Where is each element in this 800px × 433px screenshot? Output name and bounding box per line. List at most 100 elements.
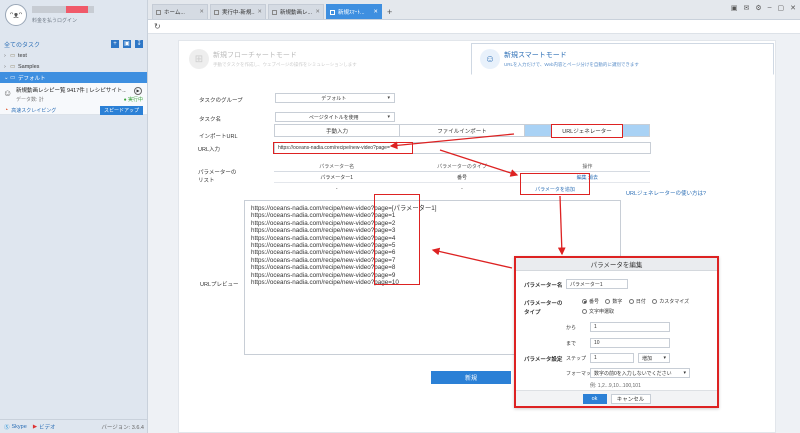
tab-bar: ホーム... ✕ 実行中-新規... ✕ 新規動画レ... ✕ 新規ｽﾏｰﾄ... ✕ … xyxy=(148,0,800,20)
url-generator-help-link[interactable]: URLジェネレーターの使い方は? xyxy=(626,189,706,197)
cancel-button[interactable]: キャンセル xyxy=(610,393,651,404)
close-icon[interactable]: ✕ xyxy=(199,9,204,15)
mail-icon[interactable]: ✉ xyxy=(743,4,749,12)
col-header: パラメーターのタイプ xyxy=(437,163,487,170)
radio-number[interactable]: 番号 xyxy=(582,298,599,305)
sidebar-header: ᵔᴥᵔ 料金を払うログイン xyxy=(0,0,147,38)
reload-icon[interactable]: ↻ xyxy=(154,22,161,31)
dropdown-arrow-icon: ▾ xyxy=(387,95,390,101)
param-type-radios: 番号 数字 日付 カスタマイズ xyxy=(582,298,694,306)
maximize-icon[interactable]: ▢ xyxy=(778,4,785,12)
tree-folder-test[interactable]: › ▭ test xyxy=(0,50,147,61)
tab-recipe[interactable]: 新規動画レ... ✕ xyxy=(268,4,324,19)
dialog-title: パラメータを編集 xyxy=(516,258,717,271)
dropdown-arrow-icon: ▾ xyxy=(387,114,390,120)
new-tab-icon[interactable]: + xyxy=(387,7,392,17)
format-value: 数字の前0を入力しないでください xyxy=(594,370,672,377)
task-data-count: データ数: 計 xyxy=(16,97,44,103)
task-actions: ◔ 高速スクレイピング スピードアップ xyxy=(4,106,143,115)
group-value: デフォルト xyxy=(321,95,347,102)
radio-label: 文字申選取 xyxy=(589,309,615,315)
mode-title: 新規スマートモード xyxy=(504,52,567,59)
play-icon[interactable]: ▶ xyxy=(134,87,142,95)
format-example: 例: 1,2...9,10...100,101 xyxy=(590,383,641,389)
radio-custom[interactable]: カスタマイズ xyxy=(652,298,689,305)
col-header: パラメーター名 xyxy=(319,163,355,170)
radio-string-option[interactable]: 文字申選取 xyxy=(582,308,614,315)
minimize-icon[interactable]: – xyxy=(768,4,772,12)
task-title: 新規動画レシピー覧 9417件 | レシピサイト... xyxy=(16,88,126,94)
task-status: ● 実行中 xyxy=(123,97,143,103)
task-name-select[interactable]: ページタイトルを使用 ▾ xyxy=(275,112,395,122)
tab-running[interactable]: 実行中-新規... ✕ xyxy=(210,4,266,19)
mode-smart[interactable]: ☺ 新規スマートモード URLを入力だけで、Web内容とページ分けを自動的に識別… xyxy=(471,43,774,75)
param-type-cell: 番号 xyxy=(456,174,467,181)
all-tasks-title[interactable]: 全てのタスク xyxy=(4,40,40,49)
close-window-icon[interactable]: ✕ xyxy=(790,4,796,12)
user-name-redacted xyxy=(32,6,94,13)
tab-page-icon xyxy=(214,9,219,15)
group-select[interactable]: デフォルト ▾ xyxy=(275,93,395,103)
sidebar-footer: Ⓢ Skype ▶ ビデオ バージョン: 3.6.4 xyxy=(0,419,148,433)
tab-manual-input[interactable]: 手動入力 xyxy=(274,124,400,137)
box-icon[interactable]: ▣ xyxy=(731,4,738,12)
tree-folder-samples[interactable]: › ▭ Samples xyxy=(0,61,147,72)
param-name-input[interactable]: パラメーター1 xyxy=(566,279,628,289)
step-mode-value: 増加 xyxy=(642,355,653,362)
close-icon[interactable]: ✕ xyxy=(315,9,320,15)
create-button[interactable]: 新規 xyxy=(431,371,511,384)
dropdown-arrow-icon: ▾ xyxy=(683,370,686,376)
skype-link[interactable]: Skype xyxy=(12,424,27,430)
import-url-label: インポートURL xyxy=(199,134,238,140)
tree-folder-label: デフォルト xyxy=(18,75,46,82)
skype-icon[interactable]: Ⓢ xyxy=(4,423,10,431)
format-select[interactable]: 数字の前0を入力しないでください ▾ xyxy=(590,368,690,378)
video-icon[interactable]: ▶ xyxy=(33,424,37,430)
dropdown-arrow-icon: ▾ xyxy=(663,355,666,361)
param-type-label: パラメーターのタイプ xyxy=(524,301,563,316)
user-block: 料金を払うログイン xyxy=(32,6,94,24)
tree-folder-default[interactable]: ⌄ ▭ デフォルト xyxy=(0,72,147,83)
step-mode-select[interactable]: 増加 ▾ xyxy=(638,353,670,363)
preview-line: https://oceans-nadia.com/recipe/new-vide… xyxy=(251,234,396,242)
add-task-icon[interactable]: + xyxy=(111,40,119,48)
dialog-buttons: ok キャンセル xyxy=(516,390,717,406)
radio-digit[interactable]: 数字 xyxy=(605,298,622,305)
flowchart-icon: ⊞ xyxy=(189,49,209,69)
task-meta: データ数: 計 ● 実行中 xyxy=(16,96,143,103)
tab-home[interactable]: ホーム... ✕ xyxy=(152,4,208,19)
radio-string[interactable]: 文字申選取 xyxy=(582,308,619,316)
step-input[interactable]: 1 xyxy=(590,353,634,363)
tab-url-generator[interactable]: URLジェネレーター xyxy=(525,123,650,138)
gear-icon[interactable]: ⚙ xyxy=(755,4,761,12)
user-subtitle[interactable]: 料金を払うログイン xyxy=(32,17,94,24)
radio-date[interactable]: 日付 xyxy=(628,298,646,305)
speed-up-button[interactable]: スピードアップ xyxy=(99,106,143,115)
close-icon[interactable]: ✕ xyxy=(373,9,378,15)
mode-desc: 手動でタスクを作成し、ウェブページの操作をシミュレーションします xyxy=(213,62,357,67)
import-icon[interactable]: ↧ xyxy=(135,40,143,48)
to-label: まで xyxy=(566,341,577,347)
tab-label: ホーム... xyxy=(164,10,185,16)
video-link[interactable]: ビデオ xyxy=(39,423,56,431)
url-preview-label: URLプレビュー xyxy=(200,282,239,288)
param-name-label: パラメーター名 xyxy=(524,283,563,289)
mode-flowchart[interactable]: ⊞ 新規フローチャートモード 手動でタスクを作成し、ウェブページの操作をシミュレ… xyxy=(181,43,471,75)
fast-scraping-link[interactable]: 高速スクレイピング xyxy=(11,107,56,114)
add-folder-icon[interactable]: ▣ xyxy=(123,40,131,48)
gauge-icon: ◔ xyxy=(4,107,9,114)
tab-file-import[interactable]: ファイルインポート xyxy=(400,124,525,137)
from-input[interactable]: 1 xyxy=(590,322,670,332)
param-name-cell: - xyxy=(335,185,338,192)
sidebar: ᵔᴥᵔ 料金を払うログイン 全てのタスク + ▣ ↧ › ▭ test › ▭ … xyxy=(0,0,148,433)
to-input[interactable]: 10 xyxy=(590,338,670,348)
task-card[interactable]: ☺ 新規動画レシピー覧 9417件 | レシピサイト... ▶ データ数: 計 … xyxy=(0,83,147,115)
tab-label: 実行中-新規... xyxy=(222,10,256,16)
avatar[interactable]: ᵔᴥᵔ xyxy=(5,4,27,26)
mode-desc: URLを入力だけで、Web内容とページ分けを自動的に識別できます xyxy=(504,62,639,67)
param-settings-label: パラメータ設定 xyxy=(524,357,563,363)
ok-button[interactable]: ok xyxy=(582,393,607,404)
window-controls: ▣ ✉ ⚙ – ▢ ✕ xyxy=(731,4,796,12)
close-icon[interactable]: ✕ xyxy=(257,9,262,15)
tab-new-smart[interactable]: 新規ｽﾏｰﾄ... ✕ xyxy=(326,4,382,19)
